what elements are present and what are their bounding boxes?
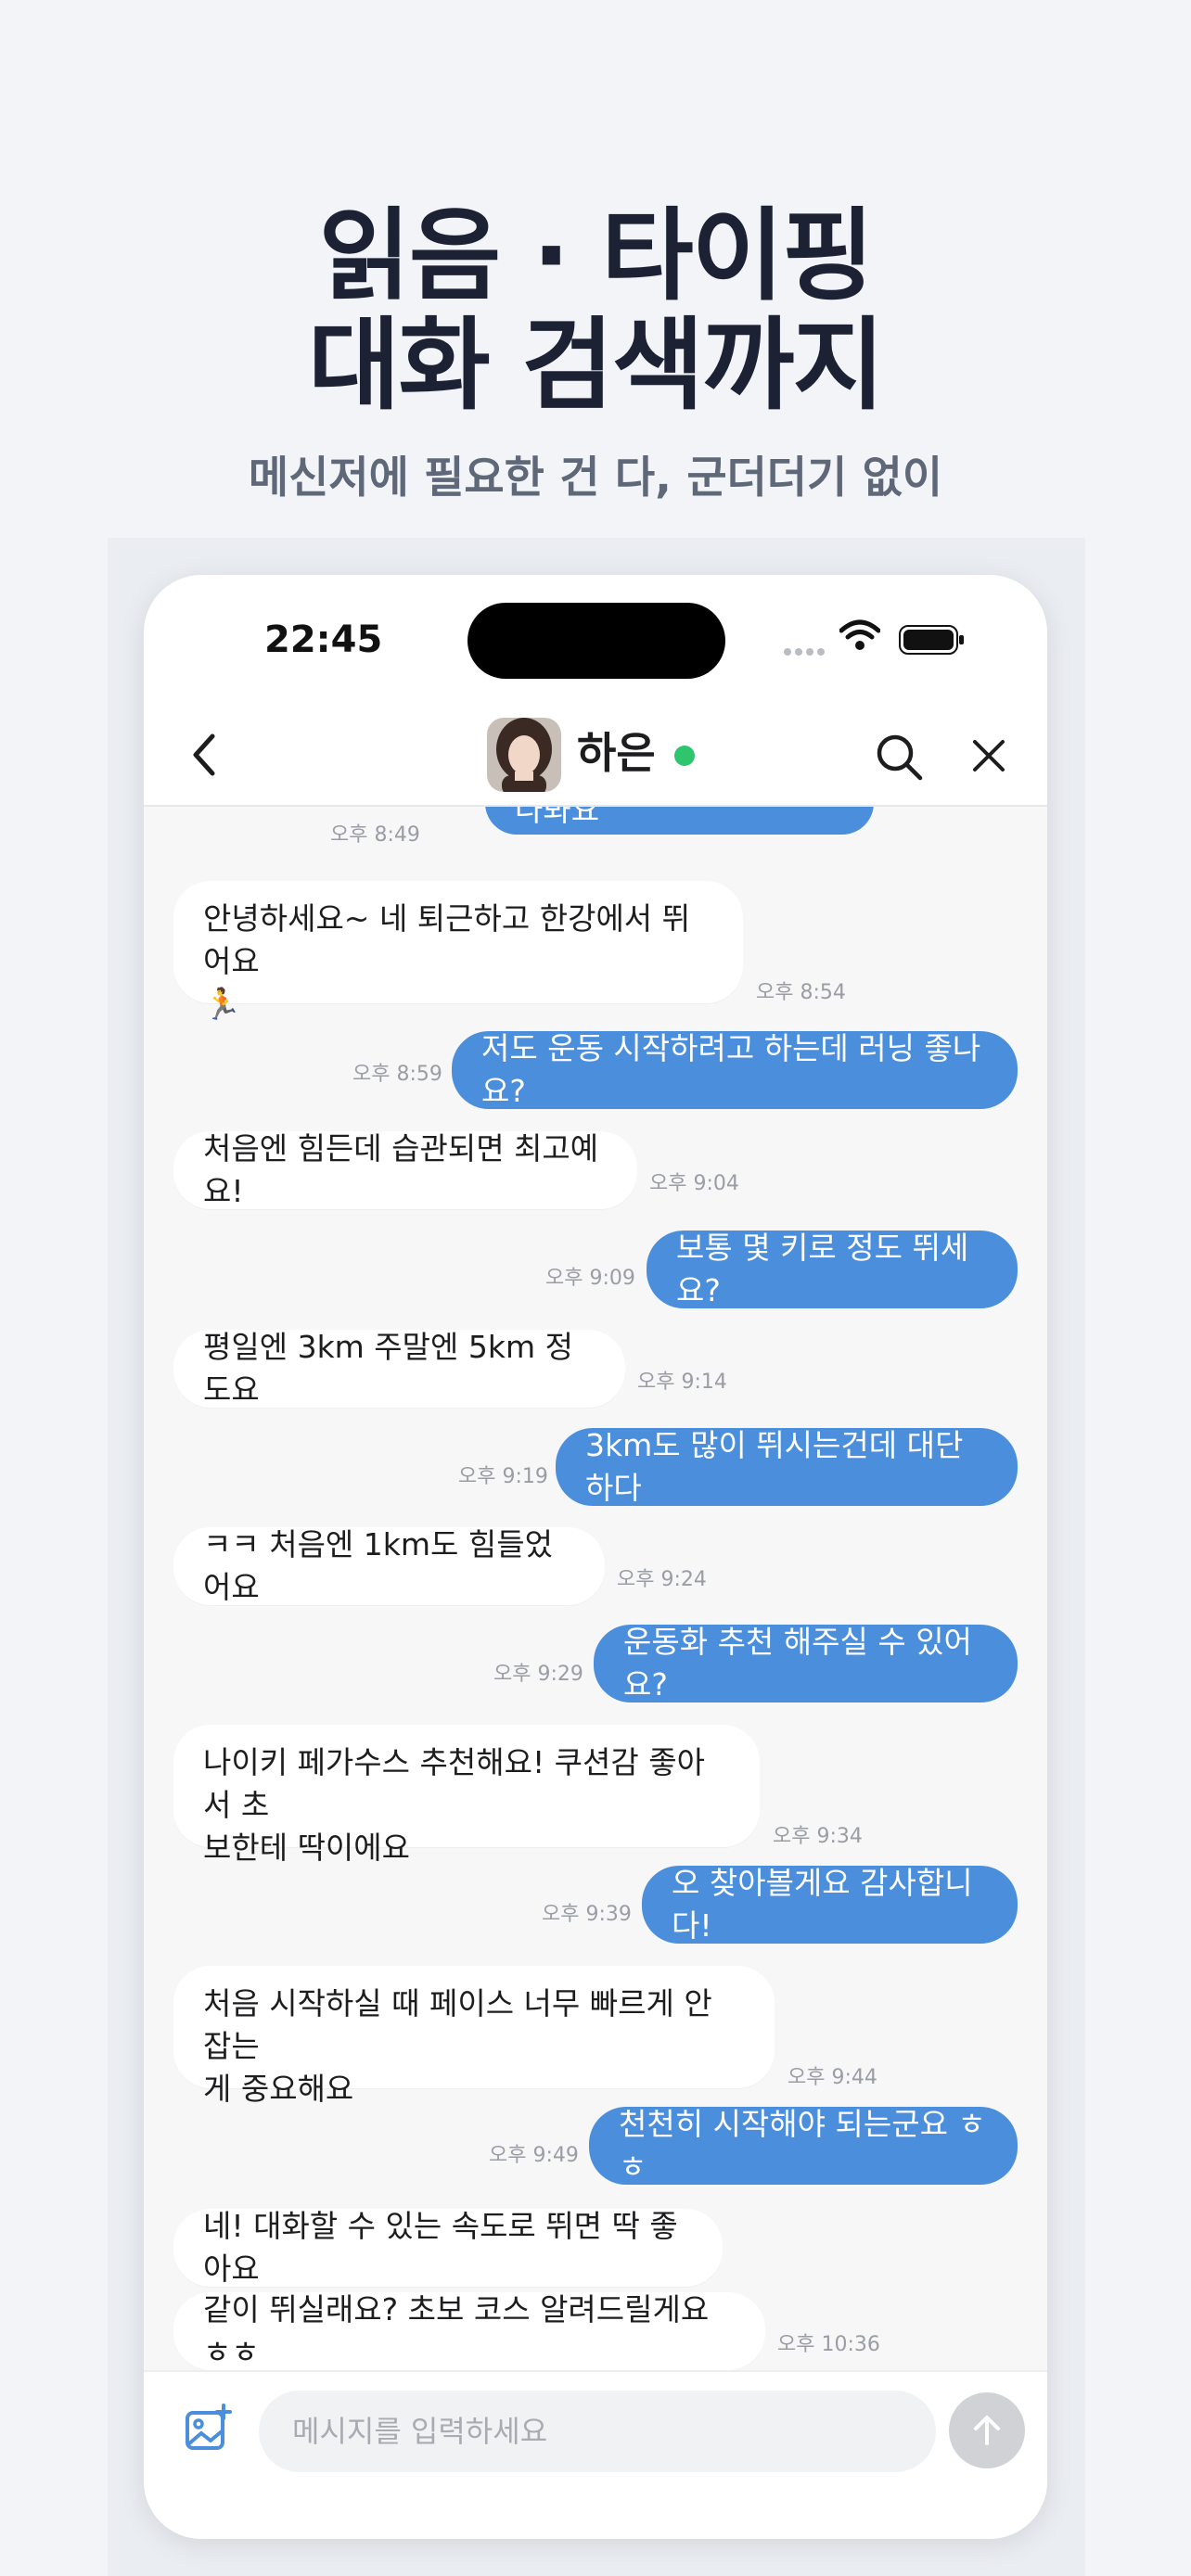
message-time: 오후 9:44 [788, 2066, 877, 2089]
cellular-signal-icon [784, 642, 828, 659]
message-bubble-in[interactable]: 나이키 페가수스 추천해요! 쿠션감 좋아서 초보한테 딱이에요 [173, 1725, 760, 1866]
message-bubble-out[interactable]: 보통 몇 키로 정도 뛰세요? [647, 1230, 1018, 1308]
chat-header: 하은 [144, 705, 1047, 807]
message-bubble-in[interactable]: ㅋㅋ 처음엔 1km도 힘들었어요 [173, 1526, 605, 1605]
contact-name: 하은 [577, 728, 656, 778]
send-button[interactable] [949, 2392, 1025, 2468]
message-time: 오후 10:36 [777, 2333, 880, 2356]
message-text: 평일엔 3km 주말엔 5km 정도요 [203, 1329, 573, 1408]
message-text: 운동화 추천 해주실 수 있어요? [623, 1624, 972, 1702]
message-text: 안녕하세요~ 네 퇴근하고 한강에서 뛰어요 [203, 900, 691, 979]
search-icon[interactable] [873, 731, 925, 783]
message-time: 오후 8:49 [330, 823, 420, 847]
close-icon[interactable] [969, 736, 1008, 775]
message-time: 오후 9:19 [458, 1465, 548, 1488]
message-bubble-out[interactable]: 오 찾아볼게요 감사합니다! [642, 1865, 1018, 1944]
avatar[interactable] [487, 718, 561, 792]
message-list[interactable]: 나봐요 오후 8:49 안녕하세요~ 네 퇴근하고 한강에서 뛰어요 🏃 오후 8… [144, 807, 1047, 2370]
message-bubble-out[interactable]: 저도 운동 시작하려고 하는데 러닝 좋나요? [452, 1030, 1018, 1109]
battery-icon [899, 625, 964, 655]
dynamic-island [467, 603, 725, 679]
message-time: 오후 9:49 [489, 2144, 579, 2167]
message-time: 오후 9:04 [649, 1172, 739, 1195]
message-text: 천천히 시작해야 되는군요 ㅎㅎ [619, 2106, 986, 2185]
message-time: 오후 8:59 [352, 1063, 442, 1086]
message-time: 오후 9:09 [545, 1267, 635, 1290]
promo-title-line1: 읽음 · 타이핑 [318, 198, 874, 314]
composer-bar [144, 2370, 1047, 2539]
phone-frame: 22:45 하은 나봐요 오후 8:49 안녕하세요~ 네 퇴근하고 한강에서 … [144, 575, 1047, 2539]
message-text: 나이키 페가수스 추천해요! 쿠션감 좋아서 초 [203, 1744, 705, 1823]
message-time: 오후 9:29 [493, 1663, 583, 1686]
message-text: 처음엔 힘든데 습관되면 최고예요! [203, 1130, 599, 1209]
message-time: 오후 9:14 [637, 1371, 727, 1394]
message-time: 오후 9:24 [617, 1568, 707, 1591]
message-bubble-in[interactable]: 처음 시작하실 때 페이스 너무 빠르게 안 잡는 게 중요해요 [173, 1966, 775, 2107]
message-text: ㅋㅋ 처음엔 1km도 힘들었어요 [203, 1526, 553, 1605]
promo-subtitle: 메신저에 필요한 건 다, 군더더기 없이 [248, 453, 943, 504]
message-bubble-out[interactable]: 운동화 추천 해주실 수 있어요? [594, 1624, 1018, 1702]
promo-title-line2: 대화 검색까지 [308, 308, 885, 424]
message-bubble-in[interactable]: 같이 뛰실래요? 초보 코스 알려드릴게요 ㅎㅎ [173, 2291, 765, 2370]
message-text: 네! 대화할 수 있는 속도로 뛰면 딱 좋아요 [203, 2208, 678, 2287]
message-bubble-in[interactable]: 평일엔 3km 주말엔 5km 정도요 [173, 1329, 625, 1408]
message-bubble-in[interactable]: 네! 대화할 수 있는 속도로 뛰면 딱 좋아요 [173, 2208, 723, 2287]
message-bubble-out[interactable]: 천천히 시작해야 되는군요 ㅎㅎ [589, 2106, 1018, 2185]
message-time: 오후 9:39 [542, 1903, 632, 1926]
message-text: 나봐요 [515, 807, 600, 828]
message-bubble-in[interactable]: 처음엔 힘든데 습관되면 최고예요! [173, 1130, 637, 1209]
message-text-line2: 🏃 [203, 986, 242, 1022]
arrow-up-icon [974, 2416, 1000, 2445]
message-input[interactable] [259, 2391, 936, 2472]
message-text: 3km도 많이 뛰시는건데 대단하다 [585, 1427, 964, 1506]
message-text-line2: 보한테 딱이에요 [203, 1830, 411, 1866]
message-text: 처음 시작하실 때 페이스 너무 빠르게 안 잡는 [203, 1985, 712, 2064]
image-add-icon[interactable] [183, 2402, 235, 2454]
message-bubble-in[interactable]: 안녕하세요~ 네 퇴근하고 한강에서 뛰어요 🏃 [173, 881, 743, 1022]
message-bubble-out[interactable]: 나봐요 [485, 807, 874, 835]
message-time: 오후 8:54 [756, 981, 846, 1004]
message-text: 보통 몇 키로 정도 뛰세요? [676, 1230, 969, 1308]
online-status-badge [674, 746, 695, 766]
message-text: 오 찾아볼게요 감사합니다! [672, 1865, 973, 1944]
promo-title: 읽음 · 타이핑 대화 검색까지 [0, 202, 1191, 421]
message-text: 저도 운동 시작하려고 하는데 러닝 좋나요? [481, 1030, 981, 1109]
message-bubble-out[interactable]: 3km도 많이 뛰시는건데 대단하다 [556, 1427, 1018, 1506]
chevron-left-icon[interactable] [183, 731, 227, 779]
message-time: 오후 9:34 [773, 1825, 863, 1848]
wifi-icon [839, 619, 880, 650]
message-text: 같이 뛰실래요? 초보 코스 알려드릴게요 ㅎㅎ [203, 2291, 710, 2370]
